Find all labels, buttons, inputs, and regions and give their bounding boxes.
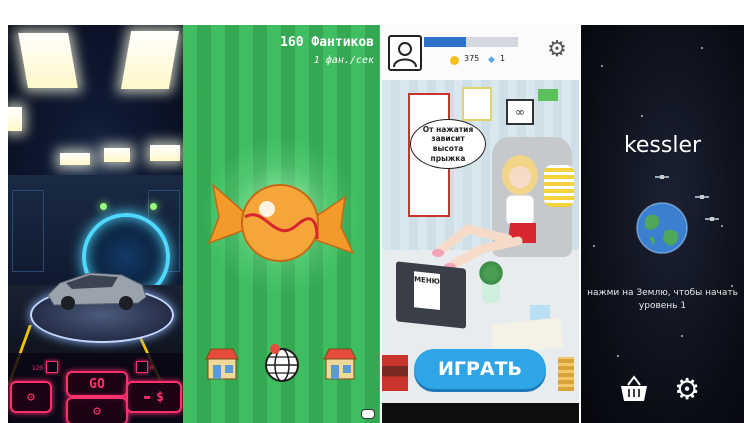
candy-button[interactable] [205,165,355,275]
books-stack [382,355,408,391]
satellite-icon [695,195,709,199]
shop-icon [323,348,357,380]
star [721,225,723,227]
basket-icon [621,375,647,401]
space-game-screen: kessler нажми на Землю, чтобы начать уро… [581,25,744,423]
gem-icon: ◆ [488,55,495,65]
gear-icon: ⚙ [547,37,567,62]
game-title: kessler [623,133,702,158]
gem-count: 1 [500,54,506,63]
shop-icon [205,348,239,380]
coin-count: 375 [464,54,480,63]
settings-button[interactable]: ⚙ [671,373,703,405]
shop-button[interactable] [619,375,649,403]
satellite-icon [705,217,719,221]
star [641,115,643,117]
green-lamp [150,203,157,210]
right-counter-icon [136,361,148,373]
settings-toggle-icon[interactable] [361,409,375,419]
wall-panel [12,190,44,272]
money-sticker [538,89,558,101]
coin-icon [450,56,459,65]
menu-card: МЕНЮ [414,271,440,310]
level-progress-fill [424,37,467,47]
wrappers-counter: 160 Фантиков [280,35,374,50]
go-button[interactable]: GO [66,371,128,397]
coin-stack [558,357,574,391]
ceiling-light [150,145,180,161]
plant-leaves [476,261,506,285]
car-icon: ▬ [144,391,151,403]
laptop[interactable]: МЕНЮ [396,261,466,329]
upgrade-button[interactable]: ⚙ [66,397,128,423]
star [617,355,619,357]
green-lamp [100,203,107,210]
settings-button[interactable]: ⚙ [544,37,570,63]
play-button[interactable]: ИГРАТЬ [414,349,546,389]
gear-icon: ⚙ [27,389,35,405]
earth-button[interactable] [635,201,689,255]
avatar-button[interactable] [388,35,422,71]
settings-button[interactable]: ⚙ [10,381,52,413]
ceiling-light [18,33,78,88]
shop-button-2[interactable] [323,345,357,381]
left-counter: 120 [32,365,43,372]
garage-shop-button[interactable]: ▬ $ [126,381,182,413]
gear-icon: ⚙ [674,372,700,406]
user-icon [393,42,417,68]
room-game-screen: 375 ◆ 1 ⚙ ∞ От нажатия зависит высота пр… [382,25,579,423]
star [701,47,703,49]
garage-game-screen: 120 0 ⚙ GO ⚙ ▬ $ [8,25,183,423]
infinity-frame: ∞ [506,99,534,125]
rate-counter: 1 фан./сек [313,55,374,66]
satellite-icon [655,175,669,179]
globe-icon [265,344,299,382]
shop-button[interactable] [205,345,239,381]
right-counter: 0 [150,365,154,372]
level-progress-track [424,37,518,47]
car-model[interactable] [42,261,152,313]
candy-clicker-screen: 160 Фантиков 1 фан./сек [183,25,380,423]
ceiling-light [120,31,180,89]
star [601,65,603,67]
star [593,245,595,247]
gear-icon: ⚙ [93,403,101,419]
world-button[interactable] [263,343,301,383]
left-counter-icon [46,361,58,373]
ceiling-light [104,148,130,162]
ceiling-light [8,107,22,131]
picture-frame [462,87,492,121]
star [681,335,683,337]
currency-label: $ [156,389,164,405]
ceiling-light [60,153,90,165]
top-strip [0,0,744,25]
start-hint: нажми на Землю, чтобы начать уровень 1 [587,288,738,311]
bottom-bar [382,403,579,423]
